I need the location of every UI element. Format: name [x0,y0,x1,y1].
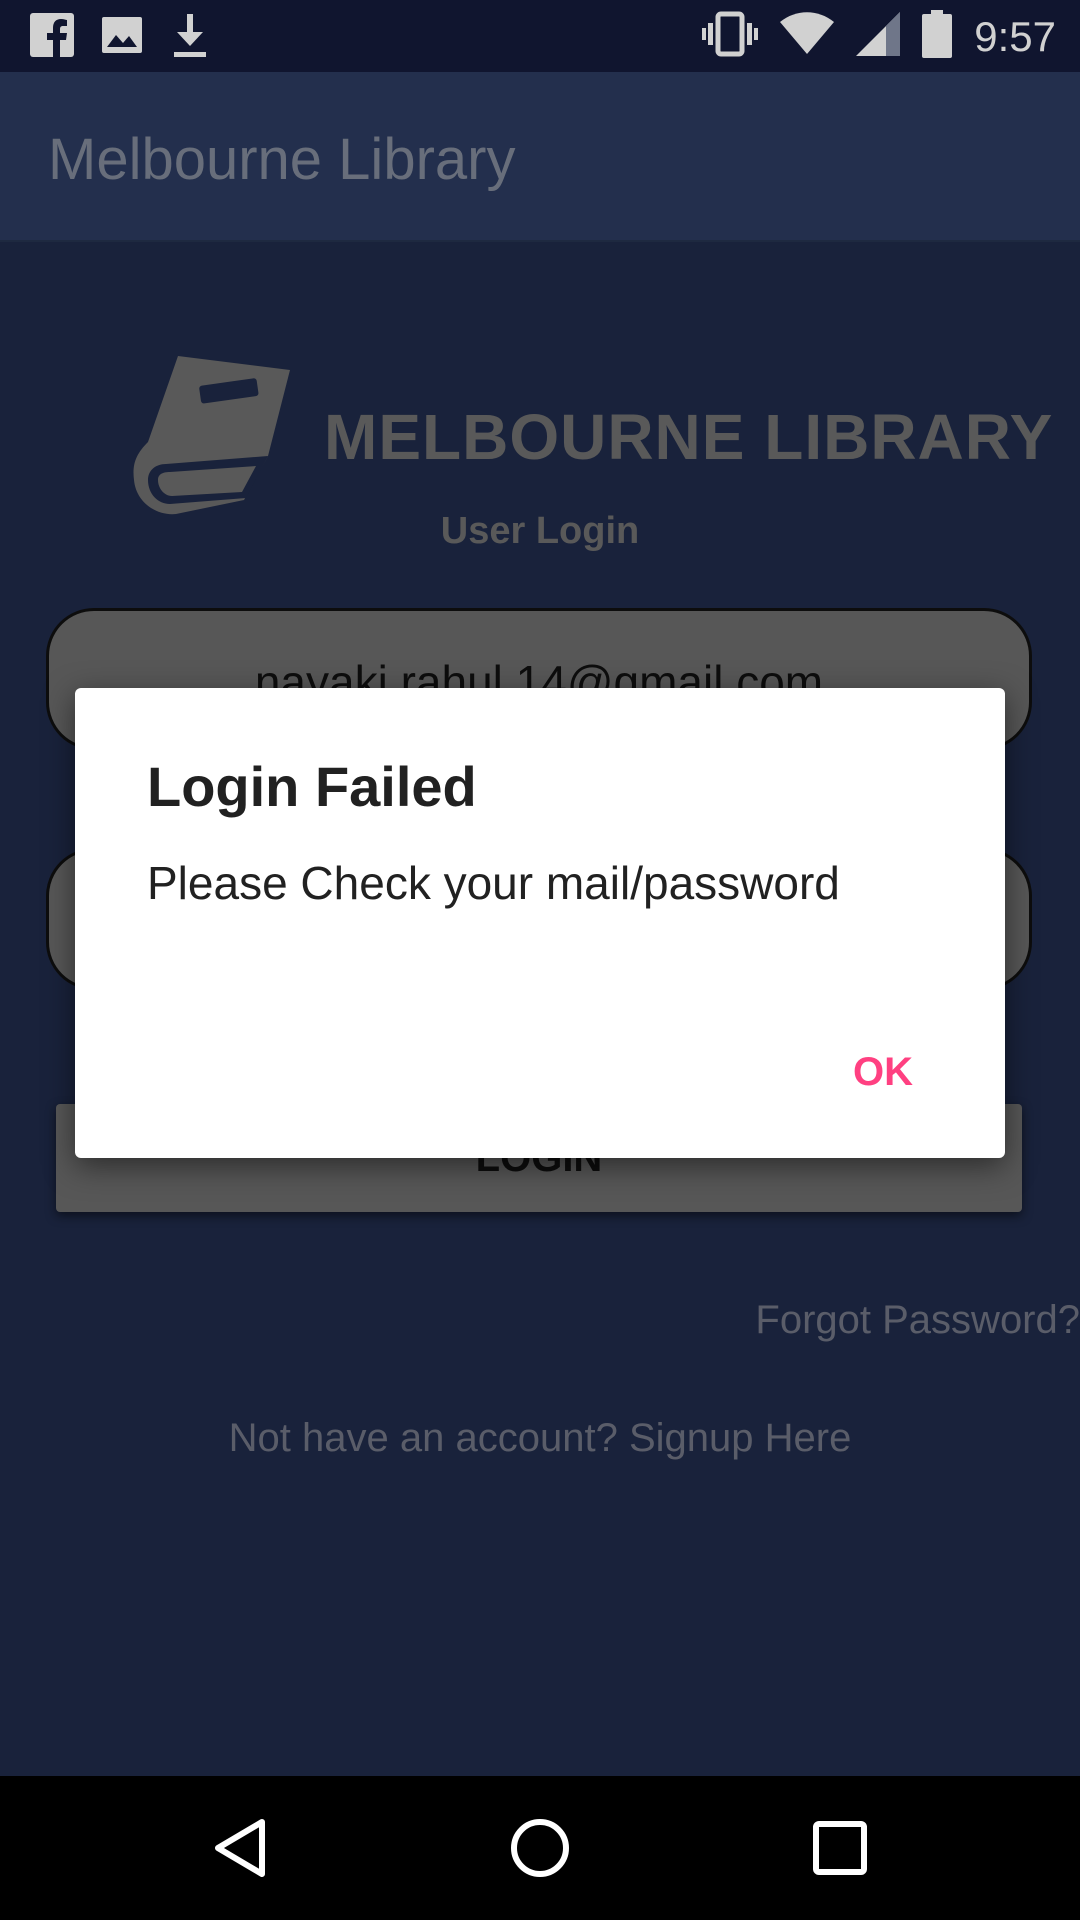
dialog-message: Please Check your mail/password [147,857,840,909]
screen: 9:57 Melbourne Library MELBOURNE LIBRARY… [0,0,1080,1920]
dialog-title: Login Failed [147,755,477,818]
home-icon[interactable] [508,1816,572,1880]
recents-icon[interactable] [808,1816,872,1880]
back-icon[interactable] [208,1816,272,1880]
dialog-ok-button[interactable]: OK [853,1050,913,1095]
login-failed-dialog: Login Failed Please Check your mail/pass… [75,688,1005,1158]
navigation-bar [0,1776,1080,1920]
